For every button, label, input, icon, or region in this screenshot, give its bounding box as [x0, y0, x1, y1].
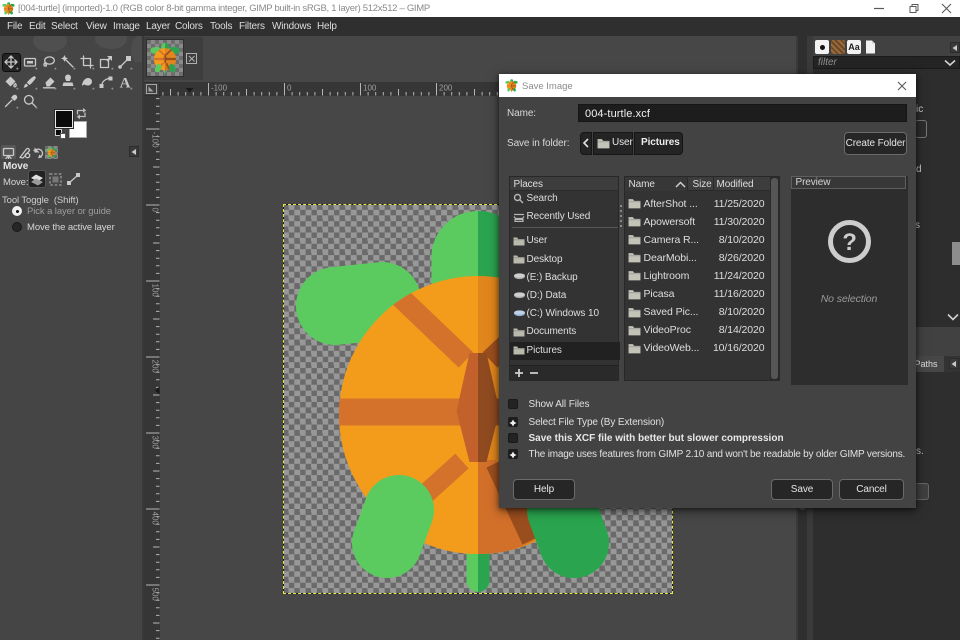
- svg-text:?: ?: [842, 229, 857, 256]
- svg-text:A: A: [120, 76, 131, 91]
